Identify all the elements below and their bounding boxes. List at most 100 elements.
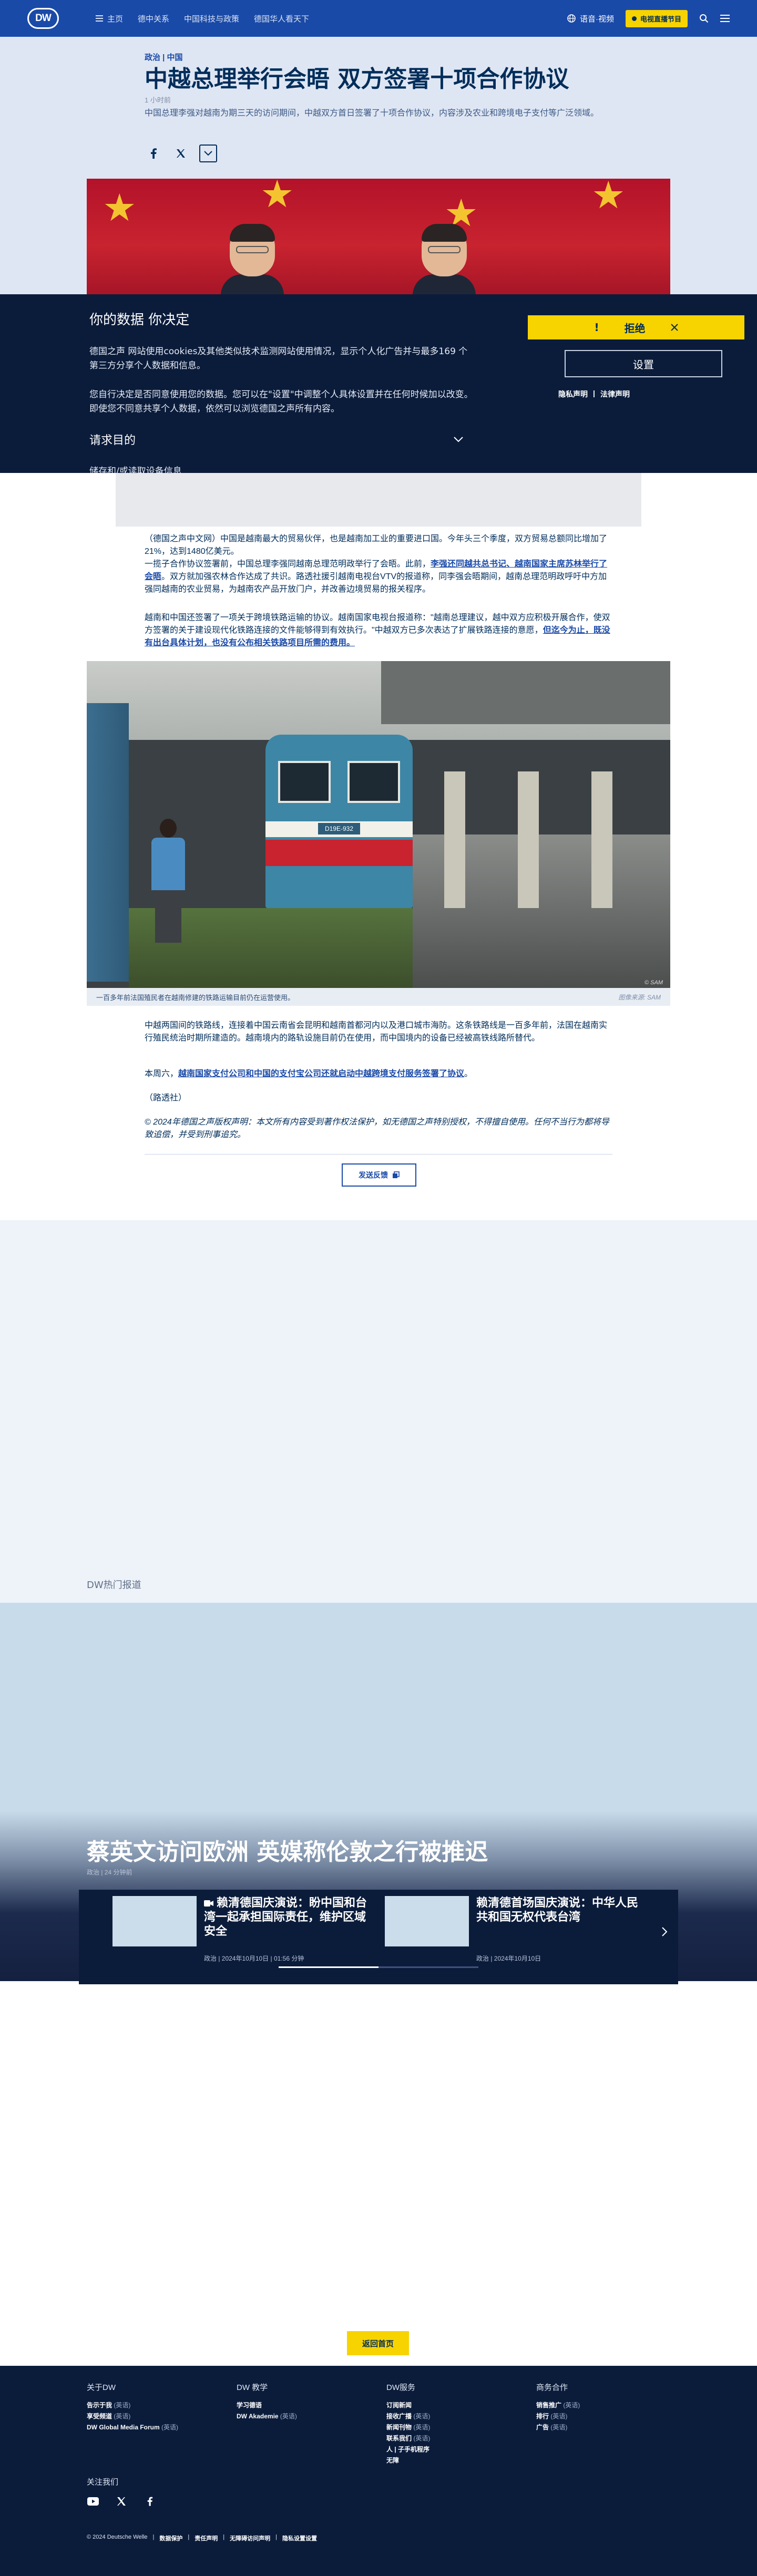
purposes-label: 请求目的 bbox=[89, 434, 136, 447]
footer-column-title: DW 教学 bbox=[237, 2383, 268, 2392]
story-card-title: 赖清德首场国庆演说：中华人民共和国无权代表台湾 bbox=[476, 1897, 639, 1924]
article-summary: 中国总理李强对越南为期三天的访问期间，中越双方首日签署了十项合作协议，内容涉及农… bbox=[145, 109, 599, 118]
legal-link[interactable]: 数据保护 bbox=[159, 2534, 182, 2542]
reject-label: 拒绝 bbox=[624, 322, 646, 335]
media-label: 语音·视频 bbox=[579, 14, 614, 24]
nav-item-home[interactable]: 主页 bbox=[96, 13, 123, 24]
paragraph: 越南和中国还签署了一项关于跨境铁路运输的协议。越南国家电视台报道称："越南总理建… bbox=[145, 613, 610, 647]
legal-link[interactable]: 责任声明 bbox=[195, 2534, 218, 2542]
footer-link[interactable]: DW Global Media Forum (英语) bbox=[87, 2422, 223, 2433]
story-thumbnail bbox=[385, 1896, 469, 1946]
feedback-label: 发送反馈 bbox=[359, 1171, 388, 1179]
footer-link[interactable]: 人 | 子手机程序 bbox=[386, 2444, 523, 2455]
divider bbox=[145, 1154, 612, 1155]
flag-star-icon: ★ bbox=[591, 179, 626, 217]
x-icon[interactable] bbox=[115, 2495, 128, 2508]
paragraph: （德国之声中文网）中国是越南最大的贸易伙伴，也是越南加工业的重要进口国。今年头三… bbox=[145, 534, 608, 594]
article-kicker[interactable]: 政治 | 中国 bbox=[145, 51, 183, 63]
top-header: DW 主页 德中关系 中国科技与政策 德国华人看天下 语音·视频 电视直播节目 bbox=[0, 0, 757, 37]
live-dot-icon bbox=[631, 16, 637, 21]
youtube-icon[interactable] bbox=[87, 2495, 99, 2508]
settings-button[interactable]: 设置 bbox=[565, 350, 722, 377]
legal-link[interactable]: 无障碍访问声明 bbox=[230, 2534, 270, 2542]
footer-link[interactable]: 告示于我 (英语) bbox=[87, 2400, 223, 2411]
footer-link[interactable]: 享受频道 (英语) bbox=[87, 2411, 223, 2422]
footer-link[interactable]: 销售推广 (英语) bbox=[536, 2400, 673, 2411]
article-link[interactable]: 越南国家支付公司和中国的支付宝公司还就启动中越跨境支付服务签署了协议 bbox=[178, 1069, 464, 1078]
consent-legal-links: 隐私声明 | 法律声明 bbox=[515, 389, 673, 399]
purposes-toggle[interactable]: 请求目的 bbox=[89, 431, 464, 448]
nav-item-germany-china[interactable]: 德中关系 bbox=[138, 13, 169, 24]
flag-star-icon: ★ bbox=[103, 187, 137, 229]
article-date: 1 小时前 bbox=[145, 96, 171, 104]
chevron-down-icon[interactable] bbox=[199, 145, 217, 162]
nav-item-china-tech[interactable]: 中国科技与政策 bbox=[184, 13, 239, 24]
exclamation-icon: ! bbox=[594, 321, 599, 334]
footer-link[interactable]: 学习德语 bbox=[237, 2400, 373, 2411]
flag-star-icon: ★ bbox=[260, 179, 294, 215]
consent-text: 德国之声 网站使用cookies及其他类似技术监测网站使用情况，显示个人化广告并… bbox=[89, 346, 468, 371]
carousel-progress bbox=[279, 1966, 478, 1968]
top-story-title[interactable]: 蔡英文访问欧洲 英媒称伦敦之行被推迟 bbox=[87, 1833, 488, 1867]
copyright: © 2024 Deutsche Welle bbox=[87, 2534, 148, 2540]
footer-link[interactable]: 无障 bbox=[386, 2455, 523, 2466]
consent-banner: 你的数据 你决定 德国之声 网站使用cookies及其他类似技术监测网站使用情况… bbox=[0, 294, 757, 473]
story-thumbnail bbox=[112, 1896, 197, 1946]
x-icon[interactable] bbox=[172, 145, 190, 162]
source-note: （路透社） bbox=[145, 1094, 187, 1102]
story-card[interactable]: 赖清德首场国庆演说：中华人民共和国无权代表台湾 政治 | 2024年10月10日 bbox=[385, 1896, 638, 1964]
purpose-item: 储存和/或读取设备信息 bbox=[89, 466, 182, 473]
dw-logo[interactable]: DW bbox=[27, 8, 59, 29]
paragraph: 本周六，越南国家支付公司和中国的支付宝公司还就启动中越跨境支付服务签署了协议。 bbox=[145, 1069, 473, 1078]
story-card-title: 赖清德国庆演说：盼中国和台湾一起承担国际责任，维护区域安全 bbox=[204, 1897, 367, 1938]
article-title: 中越总理举行会晤 双方签署十项合作协议 bbox=[145, 66, 569, 92]
facebook-icon[interactable] bbox=[144, 2495, 156, 2508]
media-button[interactable]: 语音·视频 bbox=[567, 13, 614, 24]
feedback-button[interactable]: 发送反馈 bbox=[342, 1163, 416, 1187]
legal-link[interactable]: 隐私设置设置 bbox=[282, 2534, 317, 2542]
video-placeholder bbox=[116, 473, 641, 527]
copyright-note: © 2024年德国之声版权声明：本文所有内容受到著作权法保护，如无德国之声特别授… bbox=[145, 1118, 609, 1139]
back-home-button[interactable]: 返回首页 bbox=[347, 2331, 409, 2355]
footer-link[interactable]: 联系我们 (英语) bbox=[386, 2433, 523, 2444]
privacy-link[interactable]: 隐私声明 bbox=[558, 389, 588, 399]
footer-link[interactable]: 广告 (英语) bbox=[536, 2422, 673, 2433]
live-tv-button[interactable]: 电视直播节目 bbox=[625, 9, 688, 27]
footer-link[interactable]: DW Akademie (英语) bbox=[237, 2411, 373, 2422]
top-stories: 蔡英文访问欧洲 英媒称伦敦之行被推迟 政治 | 24 分钟前 赖清德国庆演说：盼… bbox=[0, 1603, 757, 1984]
ad-area bbox=[0, 1220, 757, 1604]
chevron-down-icon bbox=[454, 437, 463, 442]
footer-link[interactable]: 排行 (英语) bbox=[536, 2411, 673, 2422]
chevron-right-icon[interactable] bbox=[656, 1921, 673, 1942]
reject-button[interactable]: ! 拒绝 bbox=[528, 315, 744, 339]
paragraph: 中越两国间的铁路线，连接着中国云南省会昆明和越南首都河内以及港口城市海防。这条铁… bbox=[145, 1021, 608, 1043]
footer-column: 商务合作 销售推广 (英语) 排行 (英语) 广告 (英语) bbox=[536, 2382, 673, 2433]
nav-item-label: 主页 bbox=[107, 14, 124, 24]
menu-icon[interactable] bbox=[720, 15, 730, 22]
top-story-meta: 政治 | 24 分钟前 bbox=[87, 1869, 132, 1876]
footer-link[interactable]: 接收广播 (英语) bbox=[386, 2411, 523, 2422]
site-footer: 关于DW 告示于我 (英语) 享受频道 (英语) DW Global Media… bbox=[0, 2366, 757, 2576]
footer-column: 关于DW 告示于我 (英语) 享受频道 (英语) DW Global Media… bbox=[87, 2382, 223, 2433]
story-card[interactable]: 赖清德国庆演说：盼中国和台湾一起承担国际责任，维护区域安全 政治 | 2024年… bbox=[112, 1896, 367, 1964]
footer-column: DW服务 订阅新闻 接收广播 (英语) 新闻刊物 (英语) 联系我们 (英语) … bbox=[386, 2382, 523, 2466]
menu-icon bbox=[96, 15, 103, 22]
footer-column-title: 关于DW bbox=[87, 2383, 116, 2392]
person-right bbox=[413, 224, 476, 300]
person-left bbox=[221, 224, 284, 300]
facebook-icon[interactable] bbox=[145, 145, 162, 162]
legal-link[interactable]: 法律声明 bbox=[600, 389, 630, 399]
follow-us-title: 关注我们 bbox=[87, 2478, 119, 2487]
copy-icon bbox=[393, 1171, 400, 1178]
search-icon[interactable] bbox=[699, 14, 709, 23]
story-card-meta: 政治 | 2024年10月10日 bbox=[476, 1955, 541, 1962]
train-plate: D19E-932 bbox=[318, 823, 360, 834]
footer-link[interactable]: 新闻刊物 (英语) bbox=[386, 2422, 523, 2433]
legal-bar: © 2024 Deutsche Welle | 数据保护 | 责任声明 | 无障… bbox=[87, 2534, 317, 2542]
footer-link[interactable]: 订阅新闻 bbox=[386, 2400, 523, 2411]
main-nav: 主页 德中关系 中国科技与政策 德国华人看天下 bbox=[96, 13, 309, 24]
caption-text: 一百多年前法国殖民者在越南修建的铁路运输目前仍在运营使用。 bbox=[96, 993, 295, 1002]
article-header: 政治 | 中国 中越总理举行会晤 双方签署十项合作协议 1 小时前 中国总理李强… bbox=[0, 37, 757, 300]
nav-item-chinese-in-germany[interactable]: 德国华人看天下 bbox=[254, 13, 309, 24]
consent-title: 你的数据 你决定 bbox=[89, 312, 190, 328]
